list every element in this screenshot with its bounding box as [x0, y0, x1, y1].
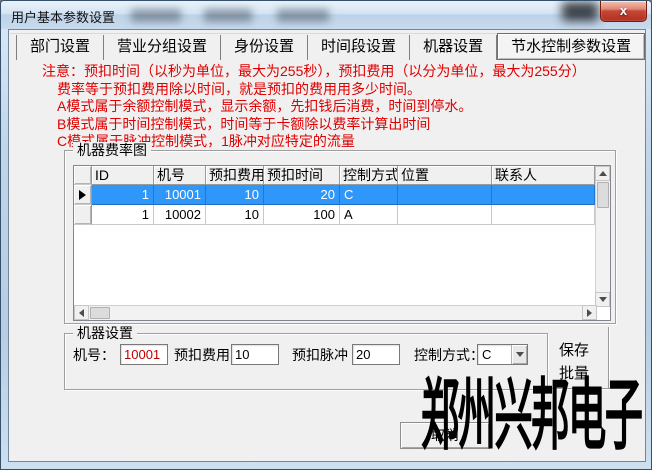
row-selector[interactable] [74, 205, 92, 225]
current-row-marker[interactable] [74, 185, 92, 205]
column-header-4[interactable]: 预扣时间 [264, 166, 340, 185]
blurred-watermark-patch [277, 9, 329, 22]
machine-settings-groupbox-title: 机器设置 [73, 325, 137, 341]
frame-edge-vertical [608, 327, 610, 390]
chevron-down-icon [516, 352, 524, 357]
column-header-6[interactable]: 位置 [398, 166, 492, 185]
scroll-left-button[interactable] [74, 305, 89, 320]
cell[interactable]: 10 [206, 205, 264, 225]
dialog-window: 用户基本参数设置 x 部门设置营业分组设置身份设置时间段设置机器设置节水控制参数… [0, 0, 652, 470]
prepaid-fee-input[interactable]: 10 [231, 344, 279, 365]
batch-button[interactable]: 批量 [559, 362, 589, 383]
row-arrow-icon [79, 190, 86, 200]
cell[interactable]: A [340, 205, 398, 225]
vertical-scrollbar[interactable] [595, 166, 610, 307]
horizontal-scrollbar[interactable] [74, 305, 597, 320]
cell[interactable] [398, 205, 492, 225]
scroll-right-button[interactable] [582, 305, 597, 320]
arrow-up-icon [599, 171, 607, 176]
notice-line-2: 费率等于预扣费用除以时间，就是预扣的费用用多少时间。 [42, 81, 637, 99]
rate-chart-groupbox-title: 机器费率图 [73, 142, 151, 158]
dropdown-button[interactable] [511, 345, 527, 364]
grid-body: 1100011020C11000210100A [74, 185, 610, 225]
scroll-up-button[interactable] [595, 166, 610, 181]
cell[interactable] [492, 205, 595, 225]
horizontal-scroll-thumb[interactable] [90, 307, 110, 319]
control-mode-select[interactable]: C [477, 344, 528, 365]
column-header-1[interactable]: ID [92, 166, 154, 185]
cell[interactable]: 1 [92, 185, 154, 205]
machine-no-input[interactable]: 10001 [120, 344, 168, 365]
column-header-3[interactable]: 预扣费用 [206, 166, 264, 185]
cell[interactable]: 10001 [154, 185, 206, 205]
column-header-5[interactable]: 控制方式 [340, 166, 398, 185]
cell[interactable] [492, 185, 595, 205]
blurred-watermark-patch [204, 9, 252, 22]
frame-edge-horizontal [548, 388, 610, 390]
control-mode-label: 控制方式： [414, 345, 484, 365]
cell[interactable]: 20 [264, 185, 340, 205]
column-header-2[interactable]: 机号 [154, 166, 206, 185]
window-title: 用户基本参数设置 [11, 7, 115, 26]
notice-line-3: A模式属于余额控制模式，显示余额，先扣钱后消费，时间到停水。 [42, 98, 637, 116]
prepaid-pulse-label: 预扣脉冲 [292, 345, 348, 365]
machine-no-label: 机号： [73, 345, 115, 365]
cell[interactable]: 10002 [154, 205, 206, 225]
machine-settings-groupbox: 机器设置 机号： 10001 预扣费用 10 预扣脉冲 20 控制方式： C [64, 333, 548, 390]
arrow-left-icon [79, 309, 84, 317]
rate-chart-groupbox: 机器费率图 ID机号预扣费用预扣时间控制方式位置联系人 1100011020C1… [64, 150, 616, 324]
tab-5[interactable]: 机器设置 [410, 35, 497, 60]
tab-6[interactable]: 节水控制参数设置 [497, 33, 645, 60]
tab-4[interactable]: 时间段设置 [308, 35, 410, 60]
notice-text: 注意：预扣时间（以秒为单位，最大为255秒），预扣费用（以分为单位，最大为255… [42, 63, 637, 151]
cell[interactable]: 100 [264, 205, 340, 225]
cell[interactable]: 1 [92, 205, 154, 225]
cell[interactable]: 10 [206, 185, 264, 205]
notice-line-1: 注意：预扣时间（以秒为单位，最大为255秒），预扣费用（以分为单位，最大为255… [42, 63, 637, 81]
grid-header-row: ID机号预扣费用预扣时间控制方式位置联系人 [74, 166, 610, 185]
tab-1[interactable]: 部门设置 [16, 35, 104, 60]
cell[interactable] [398, 185, 492, 205]
arrow-right-icon [587, 309, 592, 317]
table-row-2[interactable]: 11000210100A [74, 205, 610, 225]
row-selector-header [74, 166, 92, 185]
notice-line-4: B模式属于时间控制模式，时间等于卡额除以费率计算出时间 [42, 116, 637, 134]
tab-2[interactable]: 营业分组设置 [104, 35, 221, 60]
arrow-down-icon [599, 297, 607, 302]
dialog-client-area: 部门设置营业分组设置身份设置时间段设置机器设置节水控制参数设置 注意：预扣时间（… [8, 29, 646, 462]
cell[interactable]: C [340, 185, 398, 205]
title-bar: 用户基本参数设置 x [1, 1, 652, 29]
table-row-1[interactable]: 1100011020C [74, 185, 610, 205]
vertical-scroll-thumb[interactable] [597, 182, 609, 208]
prepaid-fee-label: 预扣费用 [174, 345, 230, 365]
blurred-watermark-patch [562, 2, 598, 21]
column-header-7[interactable]: 联系人 [492, 166, 595, 185]
machine-rate-grid[interactable]: ID机号预扣费用预扣时间控制方式位置联系人 1100011020C1100021… [73, 165, 611, 321]
tab-3[interactable]: 身份设置 [221, 35, 308, 60]
control-mode-value: C [482, 345, 491, 364]
prepaid-pulse-input[interactable]: 20 [352, 344, 400, 365]
close-button[interactable]: x [600, 1, 647, 22]
scroll-down-button[interactable] [595, 292, 610, 307]
save-button[interactable]: 保存 [559, 339, 589, 360]
tab-strip: 部门设置营业分组设置身份设置时间段设置机器设置节水控制参数设置 [10, 33, 644, 60]
blurred-watermark-patch [131, 9, 181, 22]
cancel-button[interactable]: 取消 [400, 422, 490, 449]
